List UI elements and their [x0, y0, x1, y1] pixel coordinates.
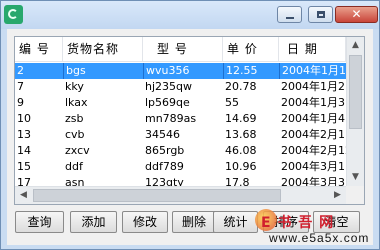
minimize-icon	[286, 17, 294, 19]
site-watermark: E 书 吾 网 www.e5a5x.com	[255, 209, 379, 249]
cell-price: 20.78	[225, 80, 257, 93]
close-icon: ✕	[351, 7, 362, 21]
list-header: 编 号 货物名称 型 号 单 价 日 期	[15, 37, 346, 62]
add-button[interactable]: 添加	[70, 211, 117, 233]
modify-button[interactable]: 修改	[122, 211, 168, 233]
cell-id: 2	[17, 64, 24, 77]
column-header-name[interactable]: 货物名称	[63, 37, 143, 61]
table-row[interactable]: 10 zsb mn789as 14.69 2004年1月4日	[15, 111, 354, 127]
cell-date: 2004年3月1日	[281, 160, 354, 173]
column-header-date[interactable]: 日 期	[279, 37, 346, 61]
cell-date: 2004年2月12日	[281, 144, 354, 157]
cell-model: hj235qw	[145, 80, 193, 93]
table-row[interactable]: 9 lkax lp569qe 55 2004年1月3日	[15, 95, 354, 111]
app-window: ✕ 编 号 货物名称 型 号 单 价 日 期 2 bgs wvu356 12.5…	[0, 0, 380, 250]
cell-price: 12.55	[223, 63, 279, 79]
cell-date: 2004年1月1日	[279, 63, 354, 79]
table-row[interactable]: 14 zxcv 865rgb 46.08 2004年2月12日	[15, 143, 354, 159]
scroll-right-arrow-icon[interactable]: ▶	[329, 187, 346, 204]
cell-date: 2004年1月4日	[281, 112, 354, 125]
scroll-up-arrow-icon[interactable]: ▲	[347, 37, 364, 54]
horizontal-scroll-thumb[interactable]	[33, 189, 281, 202]
cell-date: 2004年1月3日	[281, 96, 354, 109]
cell-name: ddf	[65, 160, 83, 173]
cell-id: 7	[17, 80, 24, 93]
horizontal-scrollbar[interactable]: ◀ ▶	[15, 186, 346, 204]
column-header-id[interactable]: 编 号	[15, 37, 63, 61]
vertical-scrollbar[interactable]: ▲ ▼	[346, 37, 364, 186]
cell-price: 46.08	[225, 144, 257, 157]
maximize-button[interactable]	[308, 6, 333, 23]
cell-name: kky	[65, 80, 84, 93]
cell-name: lkax	[65, 96, 88, 109]
watermark-url: www.e5a5x.com	[269, 231, 370, 245]
cell-name: bgs	[63, 63, 143, 79]
table-row[interactable]: 2 bgs wvu356 12.55 2004年1月1日	[15, 63, 354, 79]
cell-price: 10.96	[225, 160, 257, 173]
cell-model: 865rgb	[145, 144, 185, 157]
cell-id: 15	[17, 160, 31, 173]
cell-name: zxcv	[65, 144, 90, 157]
cell-id: 14	[17, 144, 31, 157]
cell-id: 10	[17, 112, 31, 125]
cell-model: 34546	[145, 128, 180, 141]
title-bar[interactable]: ✕	[1, 1, 379, 29]
cell-price: 55	[225, 96, 239, 109]
watermark-brand: E 书 吾 网	[261, 215, 335, 231]
statistics-button[interactable]: 统计	[213, 211, 258, 233]
close-button[interactable]: ✕	[335, 6, 378, 23]
cell-price: 14.69	[225, 112, 257, 125]
scrollbar-corner	[346, 186, 364, 204]
delete-button[interactable]: 删除	[172, 211, 216, 233]
cell-date: 2004年2月1日	[281, 128, 354, 141]
vertical-scroll-thumb[interactable]	[349, 55, 362, 129]
table-row[interactable]: 13 cvb 34546 13.68 2004年2月1日	[15, 127, 354, 143]
cell-model: ddf789	[145, 160, 184, 173]
column-header-price[interactable]: 单 价	[223, 37, 279, 61]
cell-id: 9	[17, 96, 24, 109]
cell-date: 2004年1月2日	[281, 80, 354, 93]
cell-model: mn789as	[145, 112, 197, 125]
app-icon	[4, 5, 23, 24]
minimize-button[interactable]	[277, 6, 302, 23]
cell-price: 13.68	[225, 128, 257, 141]
cell-model: lp569qe	[145, 96, 190, 109]
scroll-left-arrow-icon[interactable]: ◀	[15, 187, 32, 204]
cell-name: zsb	[65, 112, 84, 125]
table-row[interactable]: 7 kky hj235qw 20.78 2004年1月2日	[15, 79, 354, 95]
query-button[interactable]: 查询	[15, 211, 64, 233]
cell-name: cvb	[65, 128, 85, 141]
maximize-icon	[317, 11, 325, 18]
scroll-down-arrow-icon[interactable]: ▼	[347, 169, 364, 186]
table-row[interactable]: 15 ddf ddf789 10.96 2004年3月1日	[15, 159, 354, 175]
column-header-model[interactable]: 型 号	[143, 37, 223, 61]
goods-list-view[interactable]: 编 号 货物名称 型 号 单 价 日 期 2 bgs wvu356 12.55 …	[14, 36, 365, 205]
cell-model: wvu356	[143, 63, 223, 79]
cell-id: 13	[17, 128, 31, 141]
